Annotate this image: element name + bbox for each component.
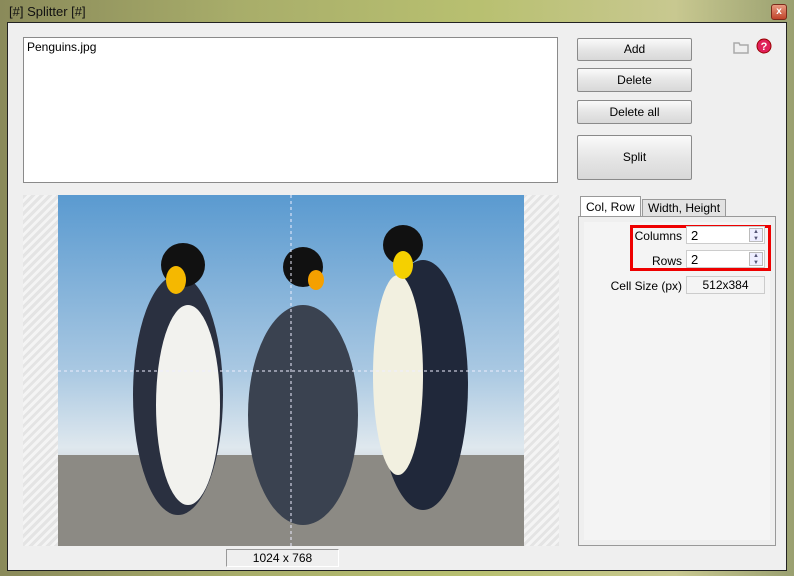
columns-value[interactable]: 2 bbox=[691, 228, 698, 243]
cell-size-label: Cell Size (px) bbox=[610, 279, 682, 293]
spin-arrows-icon[interactable]: ▲ ▼ bbox=[749, 228, 763, 242]
rows-label: Rows bbox=[651, 254, 682, 268]
splitter-window: [#] Splitter [#] x Penguins.jpg Add Dele… bbox=[0, 0, 794, 576]
close-button[interactable]: x bbox=[771, 4, 787, 20]
tab-width-height[interactable]: Width, Height bbox=[642, 199, 727, 217]
cell-size-value: 512x384 bbox=[686, 276, 765, 294]
columns-spinner[interactable]: 2 ▲ ▼ bbox=[686, 226, 765, 244]
rows-spinner[interactable]: 2 ▲ ▼ bbox=[686, 250, 765, 268]
svg-text:?: ? bbox=[761, 41, 768, 53]
preview-image bbox=[58, 195, 524, 546]
image-dimensions: 1024 x 768 bbox=[226, 549, 339, 567]
add-button[interactable]: Add bbox=[577, 38, 692, 61]
delete-button[interactable]: Delete bbox=[577, 68, 692, 92]
spin-arrows-icon[interactable]: ▲ ▼ bbox=[749, 252, 763, 266]
window-title: [#] Splitter [#] bbox=[9, 4, 86, 19]
tab-col-row[interactable]: Col, Row bbox=[580, 196, 641, 218]
client-area: Penguins.jpg Add Delete Delete all Split… bbox=[7, 22, 787, 571]
split-button[interactable]: Split bbox=[577, 135, 692, 180]
help-icon[interactable]: ? bbox=[756, 38, 772, 56]
columns-label: Columns bbox=[634, 229, 682, 243]
rows-value[interactable]: 2 bbox=[691, 252, 698, 267]
folder-icon[interactable] bbox=[732, 39, 750, 55]
image-preview bbox=[23, 195, 559, 546]
file-list[interactable]: Penguins.jpg bbox=[23, 37, 558, 183]
delete-all-button[interactable]: Delete all bbox=[577, 100, 692, 124]
list-item[interactable]: Penguins.jpg bbox=[27, 40, 96, 54]
